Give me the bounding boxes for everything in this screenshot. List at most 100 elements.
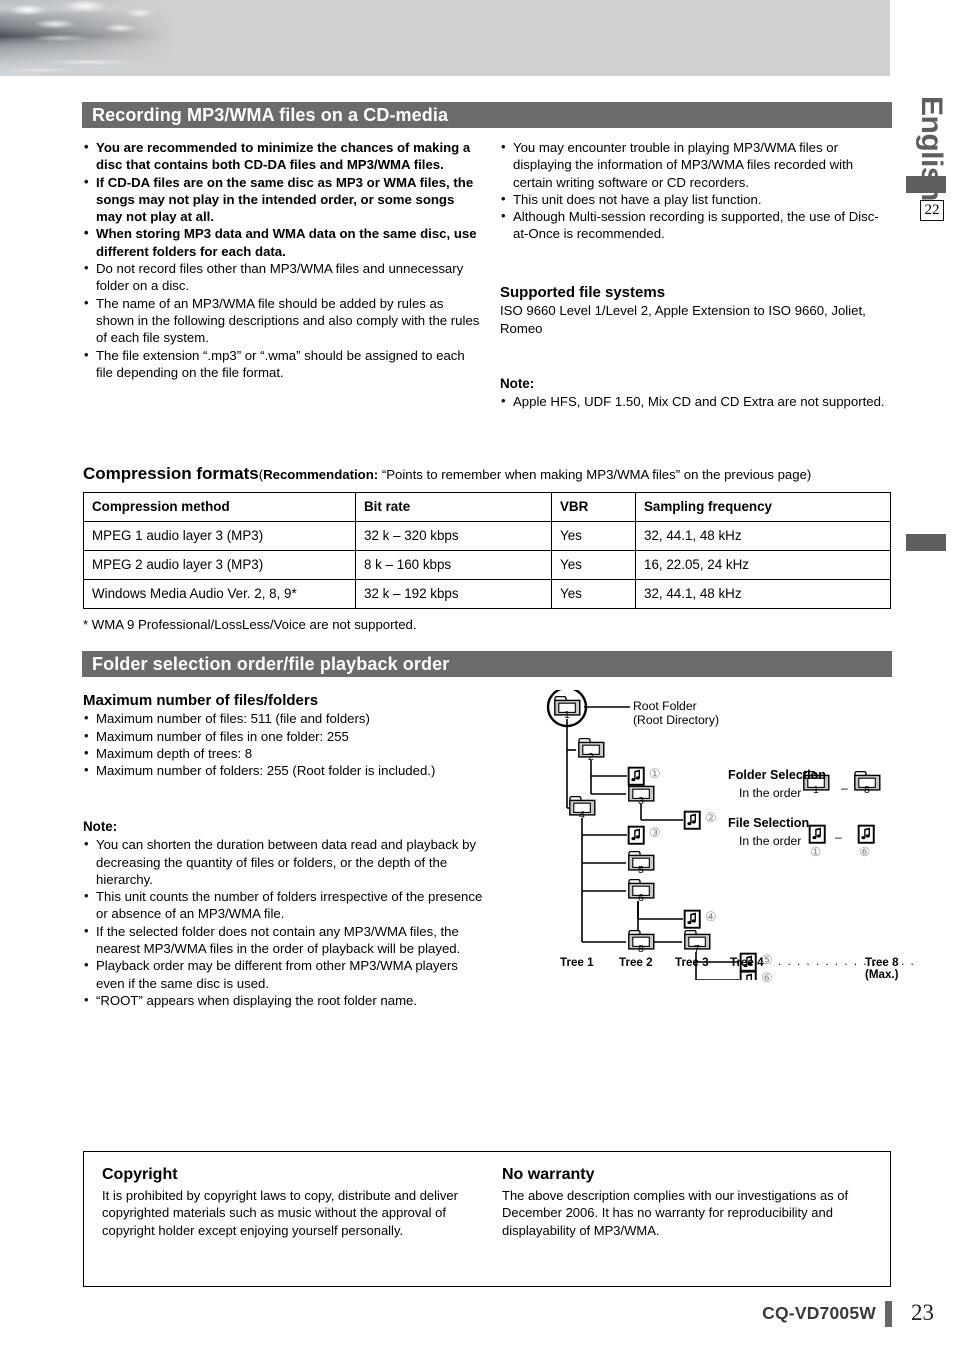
cell-sampling: 32, 44.1, 48 kHz: [635, 579, 891, 609]
list-item: Maximum number of folders: 255 (Root fol…: [83, 761, 483, 779]
tree-max-note: (Max.): [865, 968, 899, 981]
folder-number-5: 5: [638, 864, 644, 876]
tree-label-4: Tree 4: [730, 956, 764, 969]
table-row: MPEG 2 audio layer 3 (MP3) 8 k – 160 kbp…: [83, 550, 891, 580]
cell-method: MPEG 2 audio layer 3 (MP3): [83, 550, 356, 580]
cell-vbr: Yes: [551, 521, 636, 551]
note-heading: Note:: [500, 376, 535, 391]
list-item: This unit does not have a play list func…: [500, 190, 892, 208]
section2-note-bullets: You can shorten the duration between dat…: [83, 835, 483, 1009]
list-item: When storing MP3 data and WMA data on th…: [83, 224, 483, 260]
section-title-folder-order: Folder selection order/file playback ord…: [82, 651, 892, 677]
music-file-icon-2: [683, 810, 701, 830]
supported-file-systems-heading: Supported file systems: [500, 284, 666, 301]
cell-bitrate: 32 k – 192 kbps: [355, 579, 552, 609]
file-selection-text: In the order: [739, 834, 802, 848]
music-file-icon-3: [627, 825, 645, 845]
cell-vbr: Yes: [551, 579, 636, 609]
file-selection-from: ①: [810, 845, 822, 859]
warranty-heading: No warranty: [502, 1166, 595, 1183]
compression-formats-title: Compression formats: [83, 464, 259, 483]
cell-sampling: 32, 44.1, 48 kHz: [635, 521, 891, 551]
file-order-1: ①: [649, 766, 661, 781]
folder-tree-diagram: 1 2 3 4 5 6 7 8 ① ② ③ ④ ⑤ ⑥ Root Folder …: [520, 690, 920, 985]
list-item: This unit counts the number of folders i…: [83, 887, 483, 923]
list-item: Do not record files other than MP3/WMA f…: [83, 259, 483, 295]
section1-right-column: You may encounter trouble in playing MP3…: [500, 138, 892, 243]
table-header-row: Compression method Bit rate VBR Sampling…: [83, 492, 891, 522]
max-files-folders-heading: Maximum number of files/folders: [83, 692, 319, 709]
list-item: “ROOT” appears when displaying the root …: [83, 991, 483, 1009]
file-selection-title: File Selection: [728, 816, 810, 830]
root-folder-label-line1: Root Folder: [633, 699, 697, 713]
cell-method: Windows Media Audio Ver. 2, 8, 9*: [83, 579, 356, 609]
copyright-warranty-box: Copyright It is prohibited by copyright …: [83, 1151, 891, 1287]
folder-number-6: 6: [638, 892, 644, 904]
music-file-icon-1: [627, 766, 645, 786]
supported-file-systems-text: ISO 9660 Level 1/Level 2, Apple Extensio…: [500, 303, 866, 336]
side-index-mark-top: [906, 176, 946, 193]
compression-recommendation-label: Recommendation:: [263, 467, 379, 482]
folder-number-8: 8: [638, 943, 644, 955]
list-item: If CD-DA files are on the same disc as M…: [83, 173, 483, 226]
folder-selection-dash: –: [841, 781, 848, 795]
root-folder-label-line2: (Root Directory): [633, 713, 720, 727]
music-file-icon-4: [683, 909, 701, 929]
file-order-4: ④: [705, 909, 717, 924]
folder-number-2: 2: [588, 751, 594, 763]
list-item: You can shorten the duration between dat…: [83, 835, 483, 888]
column-header-bit-rate: Bit rate: [355, 492, 552, 522]
list-item: The file extension “.mp3” or “.wma” shou…: [83, 346, 483, 382]
list-item: You are recommended to minimize the chan…: [83, 138, 483, 174]
section1-note-bullets: Apple HFS, UDF 1.50, Mix CD and CD Extra…: [500, 392, 892, 410]
banner-clouds-decoration: [0, 0, 230, 76]
copyright-text: It is prohibited by copyright laws to co…: [102, 1187, 458, 1238]
list-item: Although Multi-session recording is supp…: [500, 207, 892, 243]
file-order-3: ③: [649, 825, 661, 840]
list-item: Maximum number of files in one folder: 2…: [83, 727, 483, 745]
folder-selection-text: In the order: [739, 786, 802, 800]
cell-bitrate: 32 k – 320 kbps: [355, 521, 552, 551]
warranty-block: No warranty The above description compli…: [502, 1166, 877, 1239]
column-header-compression-method: Compression method: [83, 492, 356, 522]
column-header-sampling-frequency: Sampling frequency: [635, 492, 891, 522]
list-item: If the selected folder does not contain …: [83, 922, 483, 958]
folder-selection-from: 1: [813, 784, 819, 796]
tree-label-1: Tree 1: [560, 956, 594, 969]
compression-formats-heading: Compression formats(Recommendation: “Poi…: [83, 464, 811, 484]
legend-file-icon-to: [857, 824, 875, 844]
list-item: Apple HFS, UDF 1.50, Mix CD and CD Extra…: [500, 392, 892, 410]
footer-page-number: 23: [911, 1300, 934, 1325]
table-row: MPEG 1 audio layer 3 (MP3) 32 k – 320 kb…: [83, 521, 891, 551]
footer-model-number: CQ-VD7005W: [762, 1303, 876, 1323]
list-item: The name of an MP3/WMA file should be ad…: [83, 294, 483, 347]
supported-file-systems-block: Supported file systems ISO 9660 Level 1/…: [500, 284, 892, 337]
file-order-6: ⑥: [761, 970, 773, 985]
compression-recommendation-text: “Points to remember when making MP3/WMA …: [378, 467, 812, 482]
section1-note-block: Note: Apple HFS, UDF 1.50, Mix CD and CD…: [500, 375, 892, 411]
tree-label-2: Tree 2: [619, 956, 653, 969]
table-row: Windows Media Audio Ver. 2, 8, 9* 32 k –…: [83, 579, 891, 609]
section1-right-bullets: You may encounter trouble in playing MP3…: [500, 138, 892, 243]
side-index-mark-bottom: [906, 534, 946, 551]
list-item: Playback order may be different from oth…: [83, 956, 483, 992]
cell-sampling: 16, 22.05, 24 kHz: [635, 550, 891, 580]
folder-number-1: 1: [564, 709, 570, 721]
legend-file-icon-from: [808, 824, 826, 844]
header-banner-image: [0, 0, 890, 76]
music-file-icon-6: [739, 970, 757, 980]
column-header-vbr: VBR: [551, 492, 636, 522]
section2-note-block: Note: You can shorten the duration betwe…: [83, 818, 483, 1009]
tree-label-3: Tree 3: [675, 956, 709, 969]
section1-left-bullets: You are recommended to minimize the chan…: [83, 138, 483, 382]
footer-divider: [885, 1301, 892, 1327]
folder-selection-title: Folder Selection: [728, 768, 826, 782]
cell-bitrate: 8 k – 160 kbps: [355, 550, 552, 580]
list-item: Maximum depth of trees: 8: [83, 744, 483, 762]
note-heading: Note:: [83, 819, 118, 834]
folder-number-7: 7: [694, 943, 700, 955]
copyright-heading: Copyright: [102, 1166, 178, 1183]
section1-left-column: You are recommended to minimize the chan…: [83, 138, 483, 382]
file-selection-dash: –: [835, 830, 842, 844]
folder-tree-svg: [546, 690, 881, 980]
